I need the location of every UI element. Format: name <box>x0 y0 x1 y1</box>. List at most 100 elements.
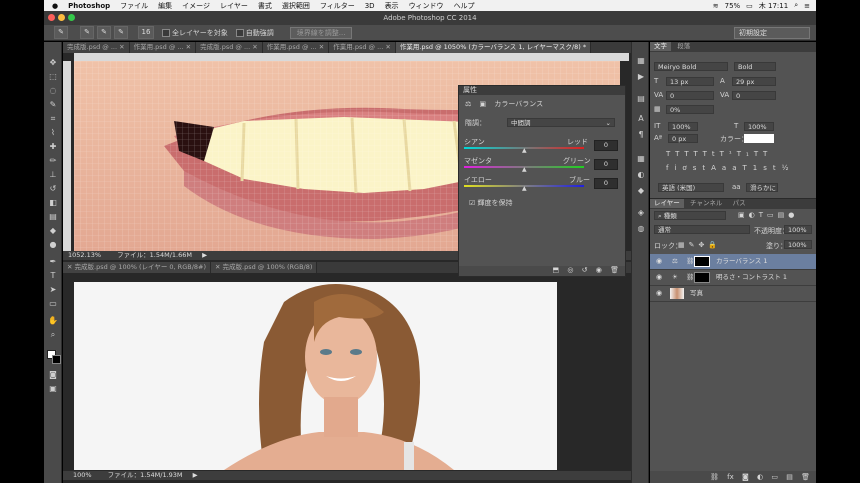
lock-position-icon[interactable]: ✥ <box>699 241 709 249</box>
doc-tab[interactable]: 完成版.psd @ ... ✕ <box>196 42 263 53</box>
leading-field[interactable]: 29 px <box>732 77 776 86</box>
doc2-tab[interactable]: ✕ 完成版.psd @ 100% (RGB/8) <box>211 262 318 273</box>
subscript-icon[interactable]: T₁ <box>737 150 754 158</box>
layer-mask-thumbnail[interactable] <box>694 272 710 283</box>
tab-paths[interactable]: パス <box>729 199 750 208</box>
ad-icon[interactable]: A <box>711 164 722 172</box>
marquee-tool-icon[interactable]: ⬚ <box>48 72 58 82</box>
menu-layer[interactable]: レイヤー <box>220 1 248 11</box>
preserve-luminosity-checkbox[interactable]: ☑ <box>469 199 475 207</box>
doc-tab-active[interactable]: 作業用.psd @ 1050% (カラーバランス 1, レイヤーマスク/8) * <box>395 42 592 53</box>
layer-mask-thumbnail[interactable] <box>694 256 710 267</box>
tracking-field[interactable]: 0 <box>732 91 776 100</box>
add-selection-button[interactable]: ✎ <box>97 26 111 39</box>
lock-pixels-icon[interactable]: ▦ <box>678 241 689 249</box>
crop-tool-icon[interactable]: ⌗ <box>48 114 58 124</box>
layer-style-icon[interactable]: fx <box>727 473 734 481</box>
ot-icon[interactable]: ơ <box>682 164 692 172</box>
cyan-red-value[interactable]: 0 <box>594 140 618 151</box>
layer-thumbnail[interactable] <box>670 288 684 299</box>
path-select-tool-icon[interactable]: ➤ <box>48 285 58 295</box>
layers-panel-icon[interactable]: ◈ <box>636 208 646 218</box>
channels-panel-icon[interactable]: ◍ <box>636 224 646 234</box>
workspace-select[interactable]: 初期設定 <box>734 26 810 39</box>
layer-row[interactable]: ◉ 写真 <box>650 286 816 302</box>
dodge-tool-icon[interactable]: ● <box>48 240 58 250</box>
brush-tool-icon[interactable]: ✏ <box>48 156 58 166</box>
shape-filter-icon[interactable]: ▭ <box>767 211 778 219</box>
trash-icon[interactable]: 🗑 <box>610 266 619 274</box>
font-family-select[interactable]: Meiryo Bold <box>654 62 728 71</box>
opacity-field[interactable]: 100% <box>784 225 812 234</box>
tsume-field[interactable]: 0% <box>666 105 714 114</box>
portrait-canvas[interactable] <box>74 282 557 470</box>
minimize-window-button[interactable] <box>58 14 65 21</box>
actions-panel-icon[interactable]: ▶ <box>636 72 646 82</box>
reset-icon[interactable]: ↺ <box>582 266 588 274</box>
history-panel-icon[interactable]: ▦ <box>636 56 646 66</box>
vertical-scale-field[interactable]: 100% <box>668 122 698 131</box>
new-group-icon[interactable]: ▭ <box>771 473 778 481</box>
link-layers-icon[interactable]: ⛓ <box>710 473 719 481</box>
faux-italic-icon[interactable]: T <box>675 150 684 158</box>
st2-icon[interactable]: 1st <box>753 164 782 172</box>
sample-all-checkbox[interactable] <box>162 28 170 37</box>
small-caps-icon[interactable]: Tt <box>703 150 720 158</box>
properties-panel-icon[interactable]: ▤ <box>636 94 646 104</box>
quick-mask-icon[interactable]: ◙ <box>48 370 58 380</box>
doc-tab[interactable]: 作業用.psd @ ... ✕ <box>262 42 330 53</box>
paragraph-panel-icon[interactable]: ¶ <box>636 130 646 140</box>
character-panel-icon[interactable]: A <box>636 114 646 124</box>
superscript-icon[interactable]: T¹ <box>720 150 737 158</box>
menu-edit[interactable]: 編集 <box>158 1 172 11</box>
add-mask-icon[interactable]: ◙ <box>742 473 749 481</box>
eraser-tool-icon[interactable]: ◧ <box>48 198 58 208</box>
swatches-panel-icon[interactable]: ▦ <box>636 154 646 164</box>
hand-tool-icon[interactable]: ✋ <box>48 316 58 326</box>
ligature-icon[interactable]: fi <box>666 164 682 172</box>
blur-tool-icon[interactable]: ◆ <box>48 226 58 236</box>
st-icon[interactable]: st <box>693 164 711 172</box>
gradient-tool-icon[interactable]: ▤ <box>48 212 58 222</box>
adjust-filter-icon[interactable]: ◐ <box>749 211 759 219</box>
tab-character[interactable]: 文字 <box>650 42 671 51</box>
menu-view[interactable]: 表示 <box>385 1 399 11</box>
layer-row[interactable]: ◉ ⚖ ⛓ カラーバランス 1 <box>650 254 816 270</box>
stamp-tool-icon[interactable]: ⊥ <box>48 170 58 180</box>
visibility-icon[interactable]: ◉ <box>596 266 602 274</box>
zoom-tool-icon[interactable]: ⌕ <box>48 330 58 340</box>
blend-mode-select[interactable]: 通常 <box>654 225 750 234</box>
language-select[interactable]: 英語 (米国) <box>658 183 724 192</box>
menu-filter[interactable]: フィルター <box>320 1 355 11</box>
menu-3d[interactable]: 3D <box>365 2 375 10</box>
text-color-swatch[interactable] <box>744 134 774 143</box>
lock-all-icon[interactable]: 🔒 <box>708 241 721 249</box>
magenta-green-value[interactable]: 0 <box>594 159 618 170</box>
apple-icon[interactable]: ● <box>52 2 58 10</box>
view-previous-icon[interactable]: ◎ <box>567 266 573 274</box>
doc-tab[interactable]: 作業用.psd @ ... ✕ <box>129 42 197 53</box>
clock[interactable]: 木 17:11 <box>759 1 788 11</box>
menu-help[interactable]: ヘルプ <box>454 1 475 11</box>
zoom-window-button[interactable] <box>68 14 75 21</box>
eye-icon[interactable]: ◉ <box>654 270 664 285</box>
all-caps-icon[interactable]: TT <box>684 150 702 158</box>
wifi-icon[interactable]: ≋ <box>713 2 719 10</box>
background-color-swatch[interactable] <box>52 355 61 364</box>
eye-icon[interactable]: ◉ <box>654 286 664 301</box>
status-menu-arrow-icon[interactable]: ▶ <box>193 471 198 479</box>
tone-select[interactable]: 中間調 ⌄ <box>507 118 615 127</box>
mask-icon[interactable]: ▣ <box>480 100 487 108</box>
type-tool-icon[interactable]: T <box>48 271 58 281</box>
refine-edge-button[interactable]: 境界線を調整... <box>289 26 353 39</box>
quick-select-tool-icon[interactable]: ✎ <box>48 100 58 110</box>
menu-file[interactable]: ファイル <box>120 1 148 11</box>
fraction-icon[interactable]: T <box>743 164 753 172</box>
horizontal-scale-field[interactable]: 100% <box>744 122 774 131</box>
clip-to-layer-icon[interactable]: ⬒ <box>552 266 559 274</box>
screen-mode-icon[interactable]: ▣ <box>48 384 58 394</box>
doc2-zoom[interactable]: 100% <box>73 471 92 479</box>
auto-enhance-checkbox[interactable] <box>235 28 244 37</box>
doc2-tab[interactable]: ✕ 完成版.psd @ 100% (レイヤー 0, RGB/8#) <box>63 262 211 273</box>
tool-preset-picker[interactable]: ✎ <box>54 26 68 39</box>
